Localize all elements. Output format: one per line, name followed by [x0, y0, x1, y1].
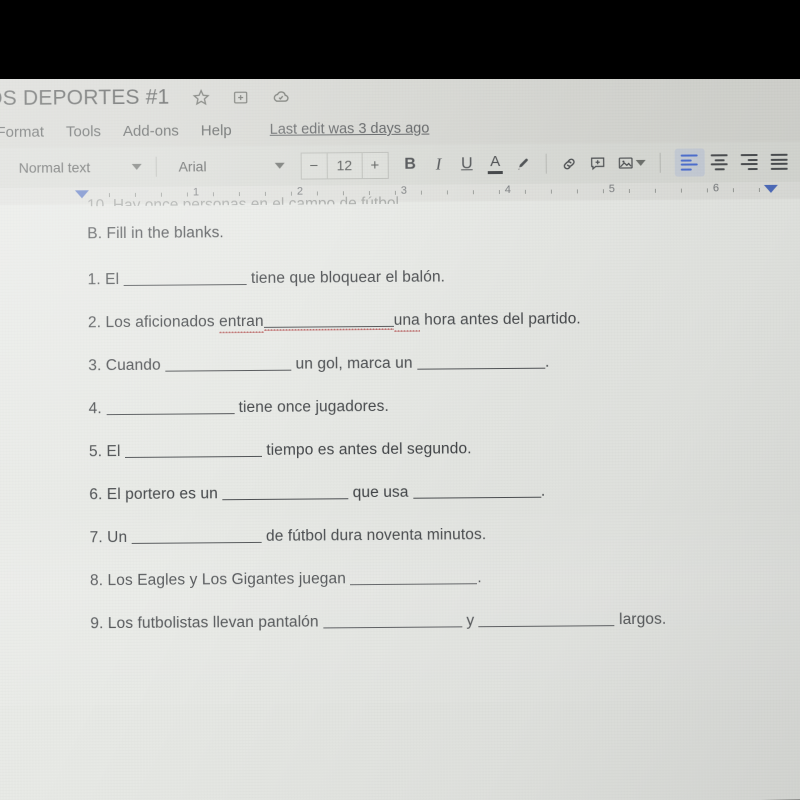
question-6-blank-2[interactable]	[412, 481, 541, 499]
chevron-down-icon	[274, 162, 285, 169]
question-1-blank-1[interactable]	[123, 268, 247, 286]
question-9: 9. Los futbolistas llevan pantalón y lar…	[90, 608, 790, 632]
formatting-toolbar: Normal text Arial − 12 + B I U A	[0, 141, 800, 188]
google-docs-screen: OS DEPORTES #1 Format Tools Add-ons Help…	[0, 69, 800, 800]
cloud-saved-icon[interactable]	[271, 87, 290, 106]
right-indent-marker[interactable]	[763, 184, 778, 193]
question-7-blank-1[interactable]	[131, 526, 262, 544]
align-justify-icon[interactable]	[765, 148, 795, 176]
question-2-misspelled-word: entran	[219, 312, 264, 330]
chevron-down-icon	[131, 163, 142, 170]
align-right-icon[interactable]	[735, 148, 765, 176]
question-9-text-c: largos.	[614, 610, 667, 628]
alignment-group	[674, 147, 800, 177]
question-9-text-b: y	[461, 611, 479, 629]
menu-item-help[interactable]: Help	[201, 122, 232, 139]
question-1-text-b: tiene que bloquear el balón.	[246, 267, 446, 287]
bold-icon[interactable]: B	[396, 151, 425, 179]
question-3-blank-1[interactable]	[165, 354, 292, 372]
question-9-text-a: 9. Los futbolistas llevan pantalón	[90, 612, 324, 632]
question-5: 5. El tiempo es antes del segundo.	[88, 436, 789, 460]
question-8-text-a: 8. Los Eagles y Los Gigantes juegan	[89, 569, 351, 589]
question-8: 8. Los Eagles y Los Gigantes juegan .	[89, 565, 790, 589]
toolbar-divider	[545, 153, 547, 174]
text-color-letter: A	[490, 153, 501, 171]
question-7-text-a: 7. Un	[89, 528, 132, 546]
question-8-blank-1[interactable]	[350, 567, 478, 586]
question-3: 3. Cuando un gol, marca un .	[88, 350, 788, 374]
star-icon[interactable]	[191, 88, 210, 107]
question-2-blank-1[interactable]	[263, 310, 394, 328]
question-6-blank-1[interactable]	[222, 482, 349, 501]
question-4-text-a: 4.	[88, 399, 107, 417]
ruler-number: 4	[504, 183, 512, 196]
question-6-text-a: 6. El portero es un	[89, 484, 223, 503]
align-center-icon[interactable]	[705, 148, 735, 176]
question-5-text-b: tiempo es antes del segundo.	[261, 439, 472, 459]
photograph-of-screen: OS DEPORTES #1 Format Tools Add-ons Help…	[0, 0, 800, 800]
question-9-blank-2[interactable]	[478, 609, 615, 628]
align-left-icon[interactable]	[674, 148, 705, 177]
question-6-text-b: que usa	[348, 483, 413, 501]
paragraph-style-value: Normal text	[18, 159, 91, 176]
menu-item-tools[interactable]: Tools	[66, 123, 101, 140]
menu-item-add-ons[interactable]: Add-ons	[123, 122, 179, 139]
title-icon-group	[191, 87, 290, 107]
menu-item-format[interactable]: Format	[0, 123, 44, 140]
document-page[interactable]: 10. Hay once personas en el campo de fút…	[0, 195, 800, 800]
increase-font-size-button[interactable]: +	[361, 151, 389, 179]
question-4: 4. tiene once jugadores.	[89, 393, 789, 416]
toolbar-divider	[659, 152, 661, 173]
question-2-text-b: hora antes del partido.	[419, 309, 581, 329]
question-6: 6. El portero es un que usa .	[89, 479, 789, 503]
question-3-text-b: un gol, marca un	[291, 354, 418, 373]
question-1-text-a: 1. El	[87, 270, 124, 288]
insert-image-icon[interactable]	[611, 149, 640, 177]
question-5-blank-1[interactable]	[124, 440, 262, 458]
text-color-swatch	[487, 171, 503, 175]
letterbox-top	[0, 0, 800, 79]
question-3-blank-2[interactable]	[416, 352, 546, 370]
font-family-value: Arial	[178, 158, 207, 175]
last-edit-link[interactable]: Last edit was 3 days ago	[270, 121, 430, 138]
insert-link-icon[interactable]	[555, 149, 584, 177]
text-color-icon[interactable]: A	[481, 150, 510, 178]
question-2: 2. Los aficionados entran una hora antes…	[87, 307, 788, 331]
ruler-number: 5	[608, 183, 616, 196]
question-3-text-c: .	[544, 353, 550, 371]
paragraph-style-dropdown[interactable]: Normal text	[13, 154, 148, 181]
question-2-text-a: 2. Los aficionados	[87, 312, 220, 331]
font-size-input[interactable]: 12	[327, 151, 362, 179]
font-size-stepper: − 12 +	[300, 151, 389, 180]
line-spacing-icon[interactable]	[795, 147, 800, 175]
question-4-blank-1[interactable]	[106, 397, 235, 416]
question-7-text-b: de fútbol dura noventa minutos.	[261, 525, 487, 545]
document-body[interactable]: B. Fill in the blanks. 1. El tiene que b…	[87, 221, 790, 657]
question-2-misspelled-word-2: una	[393, 311, 420, 329]
question-1: 1. El tiene que bloquear el balón.	[87, 264, 788, 288]
ruler-number: 6	[712, 182, 720, 195]
toolbar-divider	[155, 156, 157, 177]
question-7: 7. Un de fútbol dura noventa minutos.	[89, 522, 790, 546]
decrease-font-size-button[interactable]: −	[300, 151, 328, 180]
document-title[interactable]: OS DEPORTES #1	[0, 86, 170, 111]
add-comment-icon[interactable]	[583, 149, 612, 177]
question-4-text-b: tiene once jugadores.	[234, 397, 389, 416]
question-6-text-c: .	[540, 482, 546, 500]
italic-icon[interactable]: I	[424, 150, 453, 178]
move-to-folder-icon[interactable]	[231, 87, 250, 106]
question-5-text-a: 5. El	[88, 442, 125, 460]
font-family-dropdown[interactable]: Arial	[172, 153, 290, 180]
question-3-text-a: 3. Cuando	[88, 356, 166, 374]
question-8-text-b: .	[477, 568, 482, 586]
underline-icon[interactable]: U	[453, 150, 482, 178]
question-9-blank-1[interactable]	[322, 610, 463, 629]
clipped-previous-line: 10. Hay once personas en el campo de fút…	[86, 194, 404, 207]
highlight-pen-icon[interactable]	[509, 150, 538, 178]
section-heading: B. Fill in the blanks.	[87, 224, 224, 243]
